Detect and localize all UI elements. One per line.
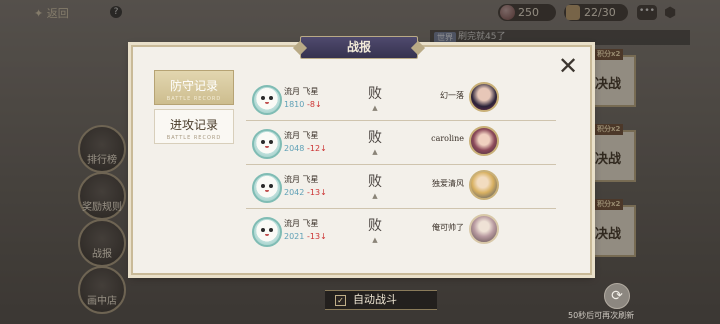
opponent-avatar[interactable] [469,126,499,156]
player-avatar [252,85,282,115]
score-change: -12↓ [307,144,327,153]
record-row: 流月 飞星 2042 -13↓ 败 ▲ 独爱清风 [246,165,556,209]
score-change: -13↓ [307,232,327,241]
player-score: 2021 [284,232,305,241]
record-row: 流月 飞星 2021 -13↓ 败 ▲ 俺可帅了 [246,209,556,253]
auto-battle-label: 自动战斗 [353,293,397,306]
replay-icon[interactable]: ▲ [369,192,381,200]
checkbox-icon: ✓ [335,295,346,306]
score-change: -13↓ [307,188,327,197]
opponent-name: caroline [431,134,464,143]
battle-result: 败 [368,174,382,190]
replay-icon[interactable]: ▲ [369,148,381,156]
tab-label: 进攻记录 [169,118,218,132]
auto-battle-toggle[interactable]: ✓ 自动战斗 [325,290,437,310]
opponent-name: 俺可帅了 [432,223,464,232]
player-name: 流月 飞星 [284,87,319,96]
battle-result: 败 [368,130,382,146]
close-icon[interactable]: ✕ [556,54,580,79]
opponent-name: 幻一落 [440,91,464,100]
record-row: 流月 飞星 1810 -8↓ 败 ▲ 幻一落 [246,77,556,121]
tab-label: 防守记录 [169,79,218,93]
tab-sublabel: BATTLE RECORD [166,96,222,102]
player-name: 流月 飞星 [284,131,319,140]
player-name: 流月 飞星 [284,175,319,184]
refresh-hint: 50秒后可再次刷新 [568,311,635,320]
refresh-icon[interactable]: ⟳ [604,283,630,309]
dialog-title: 战报 [300,36,418,59]
record-row: 流月 飞星 2048 -12↓ 败 ▲ caroline [246,121,556,165]
player-score: 2042 [284,188,305,197]
opponent-name: 独爱清风 [432,179,464,188]
player-name: 流月 飞星 [284,219,319,228]
replay-icon[interactable]: ▲ [369,236,381,244]
opponent-avatar[interactable] [469,82,499,112]
player-avatar [252,173,282,203]
player-avatar [252,217,282,247]
opponent-avatar[interactable] [469,214,499,244]
tab-sublabel: BATTLE RECORD [166,135,222,141]
score-change: -8↓ [307,100,322,109]
tab-defense-record[interactable]: 防守记录 BATTLE RECORD [154,70,234,105]
player-score: 1810 [284,100,305,109]
opponent-avatar[interactable] [469,170,499,200]
battle-result: 败 [368,218,382,234]
battle-result: 败 [368,86,382,102]
replay-icon[interactable]: ▲ [369,104,381,112]
tab-attack-record[interactable]: 进攻记录 BATTLE RECORD [154,109,234,144]
player-avatar [252,129,282,159]
player-score: 2048 [284,144,305,153]
